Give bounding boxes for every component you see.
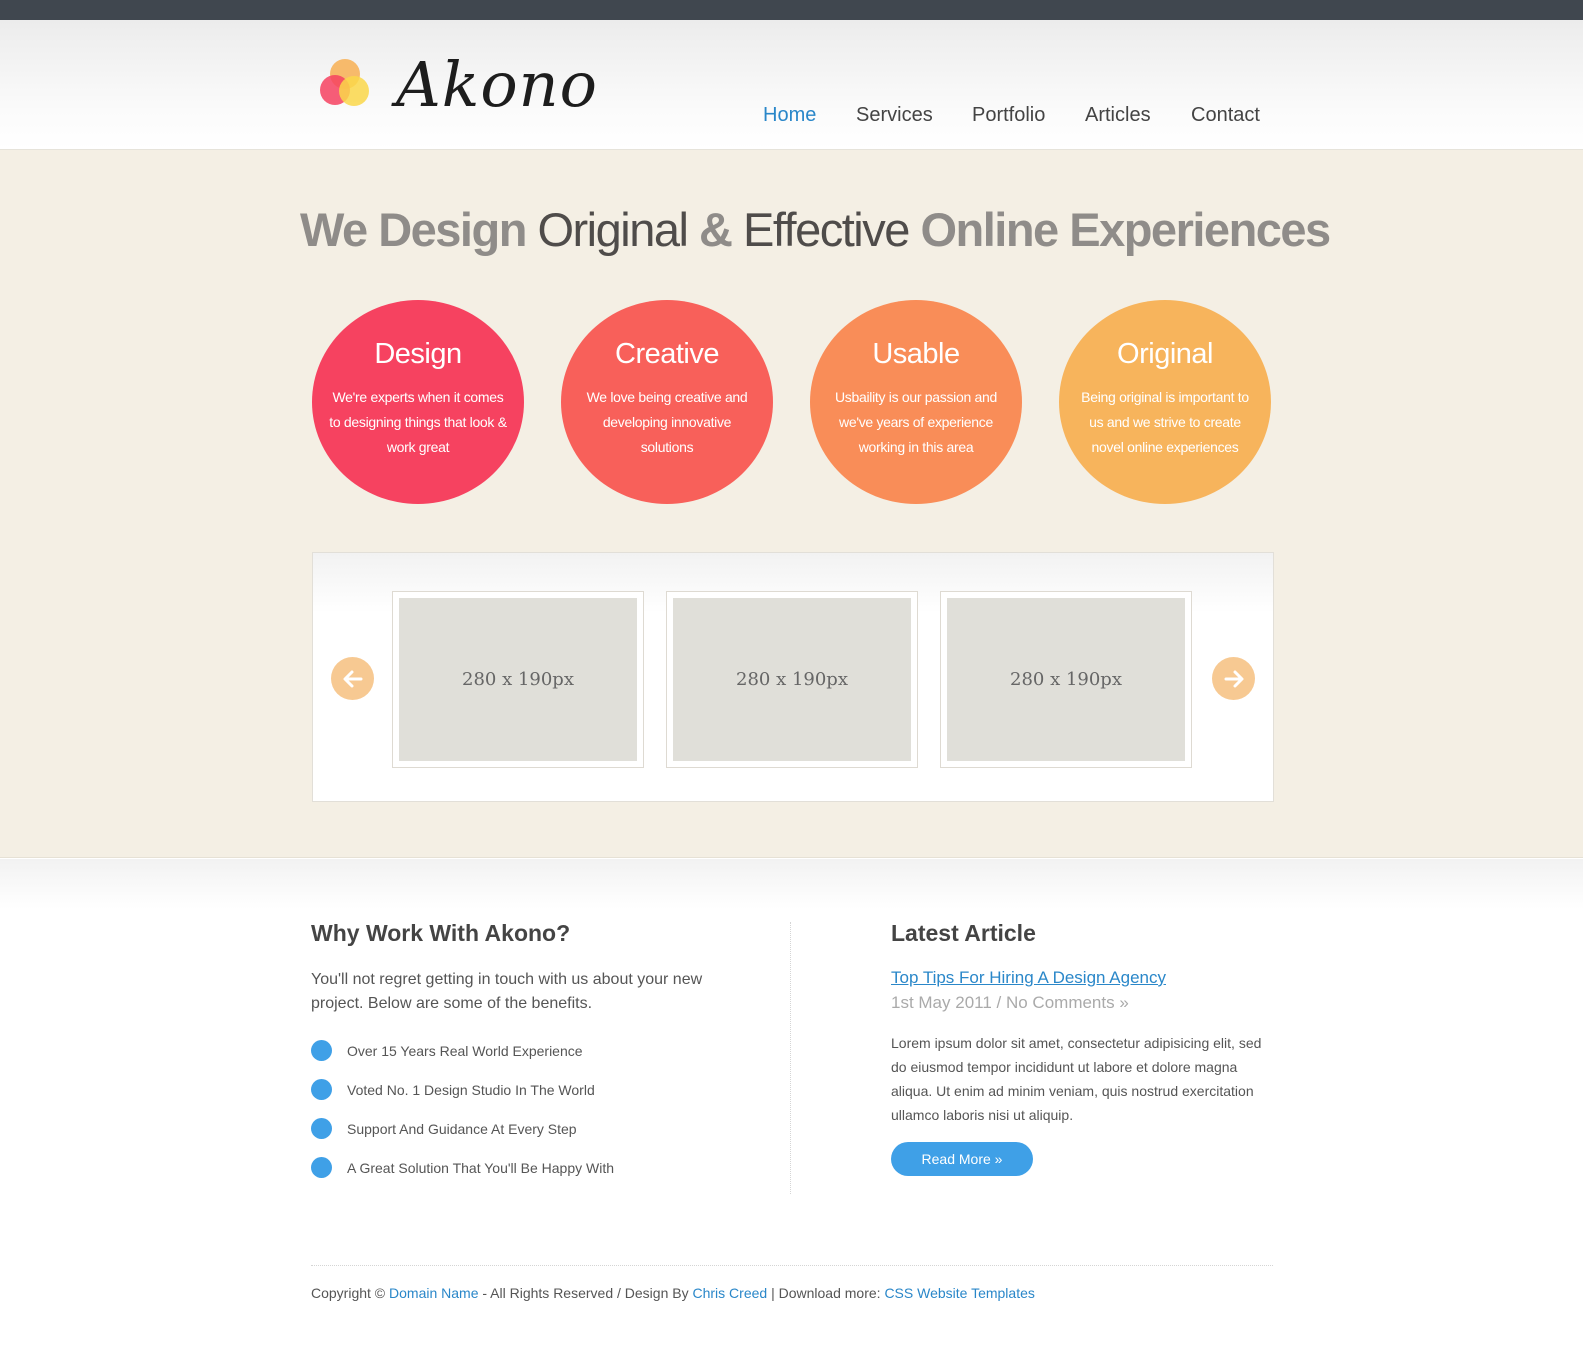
- feature-title: Original: [1117, 338, 1213, 370]
- footer-link-designer[interactable]: Chris Creed: [692, 1285, 767, 1301]
- feature-title: Usable: [872, 338, 960, 370]
- benefit-text: A Great Solution That You'll Be Happy Wi…: [347, 1160, 615, 1176]
- footer-text: | Download more:: [767, 1285, 885, 1301]
- footer-text: Copyright ©: [311, 1285, 390, 1301]
- portfolio-slider: 280 x 190px 280 x 190px 280 x 190px: [312, 552, 1274, 802]
- slider-next-button[interactable]: [1212, 657, 1255, 700]
- hero-tagline: We Design Original & Effective Online Ex…: [300, 202, 1331, 257]
- footer-text: - All Rights Reserved / Design By: [478, 1285, 693, 1301]
- nav-portfolio[interactable]: Portfolio: [972, 104, 1045, 127]
- arrow-right-icon: [1224, 670, 1243, 687]
- benefit-item: Support And Guidance At Every Step: [311, 1118, 711, 1140]
- tagline-part-1: We Design: [300, 203, 538, 256]
- bullet-dot-icon: [311, 1157, 332, 1178]
- top-bar: [0, 0, 1583, 20]
- nav-home[interactable]: Home: [763, 104, 816, 127]
- tagline-bold-2: Effective: [742, 203, 910, 256]
- slider-item[interactable]: 280 x 190px: [666, 591, 918, 768]
- slider-item[interactable]: 280 x 190px: [940, 591, 1192, 768]
- footer-copyright: Copyright © Domain Name - All Rights Res…: [311, 1285, 1035, 1301]
- feature-text: Being original is important to us and we…: [1081, 389, 1249, 455]
- tagline-bold-1: Original: [537, 203, 688, 256]
- why-intro: You'll not regret getting in touch with …: [311, 971, 703, 1012]
- feature-text: We're experts when it comes to designing…: [329, 389, 507, 455]
- arrow-left-icon: [343, 670, 362, 687]
- image-placeholder: 280 x 190px: [673, 598, 911, 761]
- feature-circle-original: Original Being original is important to …: [1059, 300, 1271, 504]
- main-nav: Home Services Portfolio Articles Contact: [0, 104, 1583, 134]
- article-excerpt: Lorem ipsum dolor sit amet, consectetur …: [891, 1035, 1262, 1123]
- benefit-text: Over 15 Years Real World Experience: [347, 1043, 583, 1059]
- article-link[interactable]: Top Tips For Hiring A Design Agency: [891, 968, 1166, 988]
- why-title: Why Work With Akono?: [311, 920, 571, 946]
- benefit-item: Over 15 Years Real World Experience: [311, 1040, 711, 1062]
- feature-title: Creative: [615, 338, 720, 370]
- tagline-part-3: Online Experiences: [908, 203, 1331, 256]
- bullet-dot-icon: [311, 1118, 332, 1139]
- header: Akono Home Services Portfolio Articles C…: [0, 20, 1583, 150]
- image-placeholder: 280 x 190px: [399, 598, 637, 761]
- hero: We Design Original & Effective Online Ex…: [0, 150, 1583, 858]
- footer-link-templates[interactable]: CSS Website Templates: [884, 1285, 1034, 1301]
- feature-title: Design: [374, 338, 462, 370]
- bullet-dot-icon: [311, 1079, 332, 1100]
- benefit-text: Support And Guidance At Every Step: [347, 1121, 577, 1137]
- nav-services[interactable]: Services: [856, 104, 933, 127]
- column-divider: [790, 922, 791, 1194]
- feature-circle-usable: Usable Usbaility is our passion and we'v…: [810, 300, 1022, 504]
- nav-contact[interactable]: Contact: [1191, 104, 1260, 127]
- tagline-part-2: &: [687, 203, 743, 256]
- slider-prev-button[interactable]: [331, 657, 374, 700]
- feature-circle-design: Design We're experts when it comes to de…: [312, 300, 524, 504]
- slider-item[interactable]: 280 x 190px: [392, 591, 644, 768]
- feature-text: Usbaility is our passion and we've years…: [834, 389, 998, 455]
- nav-articles[interactable]: Articles: [1085, 104, 1151, 127]
- benefit-item: A Great Solution That You'll Be Happy Wi…: [311, 1157, 711, 1179]
- read-more-button[interactable]: Read More »: [891, 1142, 1033, 1176]
- latest-article-title: Latest Article: [891, 920, 1036, 946]
- feature-text: We love being creative and developing in…: [586, 389, 748, 455]
- image-placeholder: 280 x 190px: [947, 598, 1185, 761]
- benefit-item: Voted No. 1 Design Studio In The World: [311, 1079, 711, 1101]
- benefit-text: Voted No. 1 Design Studio In The World: [347, 1082, 595, 1098]
- footer-divider: [311, 1265, 1273, 1266]
- bullet-dot-icon: [311, 1040, 332, 1061]
- article-meta: 1st May 2011 / No Comments »: [891, 993, 1129, 1012]
- section-shadow-band: [0, 859, 1583, 909]
- footer-link-domain[interactable]: Domain Name: [389, 1285, 478, 1301]
- feature-circle-creative: Creative We love being creative and deve…: [561, 300, 773, 504]
